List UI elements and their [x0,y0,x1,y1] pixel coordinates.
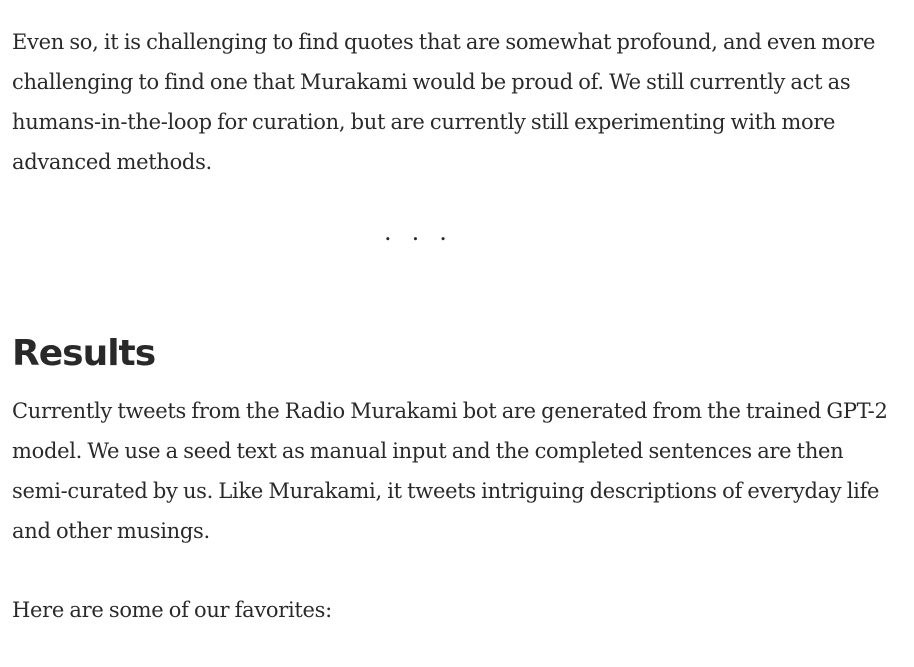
section-separator: ... [384,218,467,246]
section-heading: Results [12,333,156,374]
article-paragraph: Currently tweets from the Radio Murakami… [12,399,888,543]
article-paragraph: Here are some of our favorites: [12,598,332,622]
article-paragraph: Even so, it is challenging to find quote… [12,30,876,174]
